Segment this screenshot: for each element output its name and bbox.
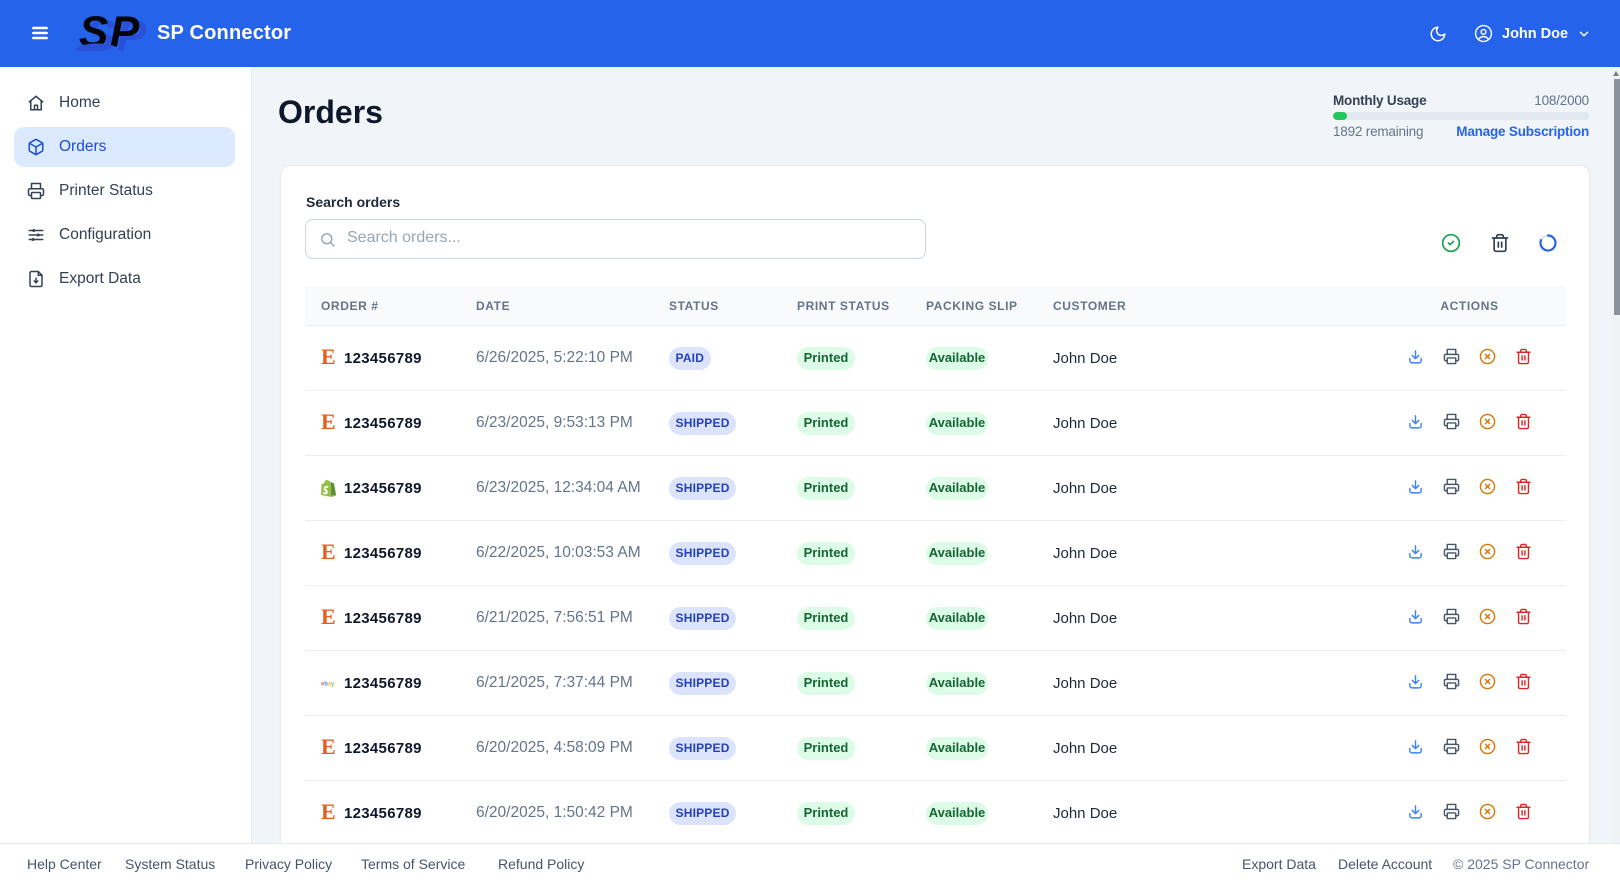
svg-text:y: y <box>331 681 335 687</box>
